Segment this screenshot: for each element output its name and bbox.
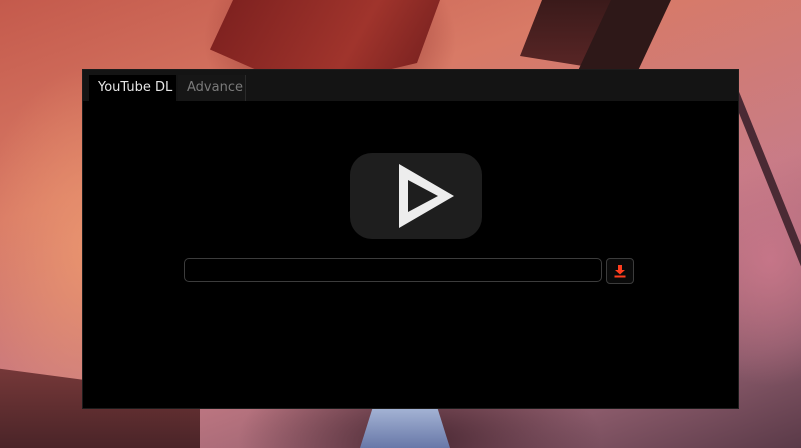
tab-advance[interactable]: Advance xyxy=(178,75,246,101)
download-icon xyxy=(614,265,626,278)
url-input[interactable] xyxy=(184,258,602,282)
download-button[interactable] xyxy=(606,258,634,284)
youtube-play-icon xyxy=(350,153,482,239)
wallpaper-shape xyxy=(730,88,801,426)
tab-panel-youtube-dl xyxy=(83,101,738,408)
wallpaper-shape xyxy=(360,405,450,448)
tab-youtube-dl[interactable]: YouTube DL xyxy=(89,75,176,101)
app-window: YouTube DL Advance xyxy=(83,70,738,408)
tab-bar: YouTube DL Advance xyxy=(83,70,738,101)
